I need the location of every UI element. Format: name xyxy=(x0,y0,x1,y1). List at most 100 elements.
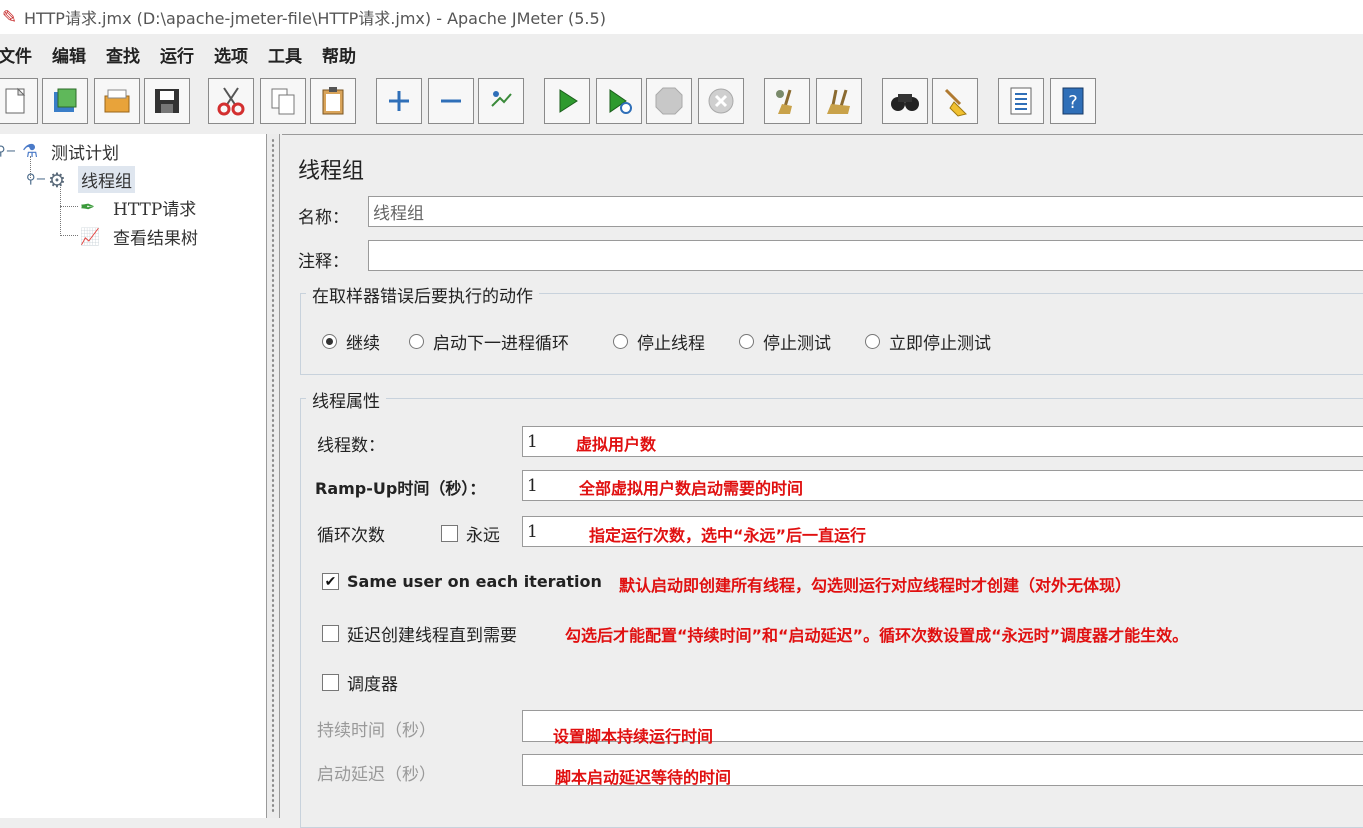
function-helper-button[interactable] xyxy=(998,78,1044,124)
expand-icon xyxy=(389,91,409,111)
copy-button[interactable] xyxy=(260,78,306,124)
open-icon xyxy=(104,89,130,113)
help-icon: ? xyxy=(1062,87,1084,115)
help-button[interactable]: ? xyxy=(1050,78,1096,124)
radio-stop-test-now[interactable]: 立即停止测试 xyxy=(865,329,991,354)
tree-node-label: HTTP请求 xyxy=(113,200,197,220)
radio-indicator xyxy=(739,334,754,349)
tree-node-label: 查看结果树 xyxy=(113,229,198,249)
start-button[interactable] xyxy=(544,78,590,124)
menu-options[interactable]: 选项 xyxy=(214,42,248,67)
jmeter-feather-icon: ✎ xyxy=(2,6,18,28)
rampup-label: Ramp-Up时间（秒）： xyxy=(315,479,486,498)
cut-icon xyxy=(217,87,245,116)
flask-icon: ⚗ xyxy=(22,141,39,162)
split-pane-divider[interactable] xyxy=(266,134,280,818)
menu-bar: 文件 编辑 查找 运行 选项 工具 帮助 xyxy=(0,38,1363,70)
same-user-annotation: 默认启动即创建所有线程，勾选则运行对应线程时才创建（对外无体现） xyxy=(619,576,1132,595)
comment-field[interactable] xyxy=(368,240,1363,271)
duration-label: 持续时间（秒） xyxy=(317,721,436,741)
paste-button[interactable] xyxy=(310,78,356,124)
loop-count-label: 循环次数 xyxy=(317,526,385,546)
save-icon xyxy=(155,89,179,113)
radio-label: 停止线程 xyxy=(637,334,705,354)
comment-label: 注释： xyxy=(298,252,349,272)
copy-icon xyxy=(271,88,295,115)
graph-icon: 📈 xyxy=(80,227,100,246)
search-button[interactable] xyxy=(882,78,928,124)
reset-search-button[interactable] xyxy=(932,78,978,124)
function-helper-icon xyxy=(1010,87,1032,115)
checkbox-box: ✔ xyxy=(322,573,339,590)
shutdown-button[interactable] xyxy=(698,78,744,124)
collapse-button[interactable] xyxy=(428,78,474,124)
toolbar: ? xyxy=(0,78,1363,128)
radio-label: 立即停止测试 xyxy=(889,334,991,354)
gear-icon: ⚙ xyxy=(48,167,66,192)
new-button[interactable] xyxy=(0,78,38,124)
checkbox-box xyxy=(441,525,458,542)
start-no-pause-icon xyxy=(609,89,632,114)
radio-continue[interactable]: 继续 xyxy=(322,329,380,354)
start-no-pause-button[interactable] xyxy=(596,78,642,124)
clear-all-button[interactable] xyxy=(816,78,862,124)
window-title: HTTP请求.jmx (D:\apache-jmeter-file\HTTP请求… xyxy=(24,9,606,28)
name-field[interactable]: 线程组 xyxy=(368,196,1363,227)
clear-icon xyxy=(776,89,792,114)
reset-search-icon xyxy=(944,88,967,117)
radio-indicator xyxy=(409,334,424,349)
tree-handle-icon[interactable]: ⚲− xyxy=(26,172,48,187)
paste-icon xyxy=(322,87,344,115)
menu-file[interactable]: 文件 xyxy=(0,42,32,67)
templates-button[interactable] xyxy=(42,78,88,124)
radio-stop-test[interactable]: 停止测试 xyxy=(739,329,831,354)
checkbox-box xyxy=(322,625,339,642)
tree-node-label: 线程组 xyxy=(78,166,135,193)
expand-button[interactable] xyxy=(376,78,422,124)
open-button[interactable] xyxy=(94,78,140,124)
title-bar: ✎ HTTP请求.jmx (D:\apache-jmeter-file\HTTP… xyxy=(0,0,1363,34)
radio-label: 停止测试 xyxy=(763,334,831,354)
menu-help[interactable]: 帮助 xyxy=(322,42,356,67)
start-icon xyxy=(559,89,578,113)
tree-node-thread-group[interactable]: ⚲− ⚙ 线程组 xyxy=(26,166,135,193)
thread-properties-title: 线程属性 xyxy=(306,387,386,412)
same-user-label: Same user on each iteration xyxy=(347,572,602,591)
startup-delay-annotation: 脚本启动延迟等待的时间 xyxy=(555,768,732,787)
forever-checkbox[interactable]: 永远 xyxy=(441,521,500,546)
delay-create-checkbox[interactable]: 延迟创建线程直到需要 xyxy=(322,621,517,646)
tree-node-label: 测试计划 xyxy=(51,144,119,164)
menu-search[interactable]: 查找 xyxy=(106,42,140,67)
scheduler-checkbox[interactable]: 调度器 xyxy=(322,670,398,695)
stop-button[interactable] xyxy=(646,78,692,124)
new-icon xyxy=(5,87,26,114)
scheduler-label: 调度器 xyxy=(347,675,398,695)
cut-button[interactable] xyxy=(208,78,254,124)
radio-indicator xyxy=(865,334,880,349)
radio-stop-thread[interactable]: 停止线程 xyxy=(613,329,705,354)
threads-annotation: 虚拟用户数 xyxy=(576,435,657,454)
tree-node-http-request[interactable]: ✒ HTTP请求 xyxy=(80,194,199,221)
thread-group-panel: 线程组 名称： 线程组 注释： 在取样器错误后要执行的动作 继续 启动下一进程循… xyxy=(282,134,1363,828)
toggle-button[interactable] xyxy=(478,78,524,124)
checkbox-box xyxy=(322,674,339,691)
menu-edit[interactable]: 编辑 xyxy=(52,42,86,67)
templates-icon xyxy=(54,88,77,112)
tree-handle-icon[interactable]: ⚲− xyxy=(0,144,22,159)
svg-text:?: ? xyxy=(1068,92,1078,113)
menu-run[interactable]: 运行 xyxy=(160,42,194,67)
save-button[interactable] xyxy=(144,78,190,124)
menu-tools[interactable]: 工具 xyxy=(268,42,302,67)
clear-button[interactable] xyxy=(764,78,810,124)
tree-node-results-tree[interactable]: 📈 查看结果树 xyxy=(80,223,201,250)
threads-label: 线程数： xyxy=(317,436,385,456)
tree-node-test-plan[interactable]: ⚲− ⚗ 测试计划 xyxy=(0,138,122,165)
same-user-checkbox[interactable]: ✔ Same user on each iteration xyxy=(322,572,602,591)
startup-delay-label: 启动延迟（秒） xyxy=(317,765,436,785)
radio-start-next-loop[interactable]: 启动下一进程循环 xyxy=(409,329,569,354)
delay-create-annotation: 勾选后才能配置“持续时间”和“启动延迟”。循环次数设置成“永远时”调度器才能生效… xyxy=(565,626,1189,645)
duration-annotation: 设置脚本持续运行时间 xyxy=(553,727,714,746)
clear-all-icon xyxy=(827,89,850,114)
error-action-group-title: 在取样器错误后要执行的动作 xyxy=(306,282,539,307)
radio-label: 启动下一进程循环 xyxy=(433,334,569,354)
